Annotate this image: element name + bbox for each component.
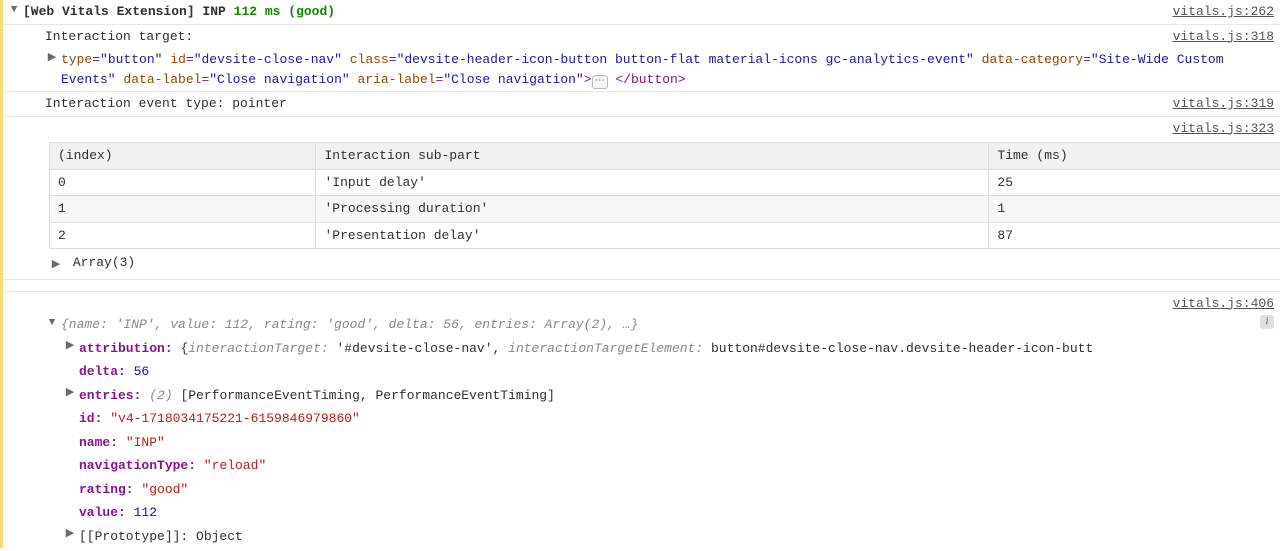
chevron-right-icon[interactable]: ▶ (63, 387, 77, 401)
chevron-down-icon[interactable]: ▼ (45, 316, 59, 330)
console-table: (index)Interaction sub-partTime (ms) 0'I… (49, 142, 1280, 249)
chevron-right-icon[interactable]: ▶ (63, 340, 77, 354)
chevron-right-icon[interactable]: ▶ (63, 528, 77, 542)
interaction-target-label: Interaction target: (45, 29, 193, 44)
table-header: Time (ms) (989, 143, 1280, 170)
object-summary: {name: 'INP', value: 112, rating: 'good'… (61, 315, 1256, 335)
table-header: Interaction sub-part (316, 143, 989, 170)
log-header-row[interactable]: ▼ [Web Vitals Extension] INP 112 ms (goo… (3, 0, 1280, 25)
header-prefix: [Web Vitals Extension] INP (23, 4, 226, 19)
object-property: delta: 56 (3, 360, 1280, 384)
object-property: name: "INP" (3, 431, 1280, 455)
chevron-right-icon[interactable]: ▶ (49, 258, 63, 272)
table-header: (index) (50, 143, 316, 170)
object-property: navigationType: "reload" (3, 454, 1280, 478)
interaction-event-label: Interaction event type: pointer (45, 96, 287, 111)
object-property[interactable]: ▶attribution: {interactionTarget: '#devs… (3, 337, 1280, 361)
console-table-block: vitals.js:323 (index)Interaction sub-par… (3, 117, 1280, 280)
object-property: value: 112 (3, 501, 1280, 525)
header-rating: (good) (288, 4, 335, 19)
header-value: 112 ms (234, 4, 281, 19)
table-array-summary[interactable]: ▶ Array(3) (3, 251, 1280, 273)
object-summary-row[interactable]: ▼ {name: 'INP', value: 112, rating: 'goo… (3, 313, 1280, 337)
object-property[interactable]: ▶entries: (2) [PerformanceEventTiming, P… (3, 384, 1280, 408)
logged-element[interactable]: type="button" id="devsite-close-nav" cla… (61, 50, 1274, 89)
table-row: 1'Processing duration'1 (50, 196, 1280, 223)
source-link[interactable]: vitals.js:406 (1173, 294, 1274, 314)
ellipsis-icon[interactable]: ⋯ (592, 75, 608, 89)
object-property: id: "v4-1718034175221-6159846979860" (3, 407, 1280, 431)
chevron-down-icon[interactable]: ▼ (7, 3, 21, 17)
object-property[interactable]: ▶[[Prototype]]: Object (3, 525, 1280, 549)
chevron-right-icon[interactable]: ▶ (45, 51, 59, 65)
object-property: rating: "good" (3, 478, 1280, 502)
source-link[interactable]: vitals.js:262 (1163, 2, 1274, 22)
interaction-target-element[interactable]: ▶ type="button" id="devsite-close-nav" c… (3, 48, 1280, 92)
table-row: 0'Input delay'25 (50, 169, 1280, 196)
source-link[interactable]: vitals.js:323 (1173, 119, 1274, 139)
table-row: 2'Presentation delay'87 (50, 222, 1280, 249)
info-icon[interactable]: i (1260, 315, 1274, 329)
source-link[interactable]: vitals.js:319 (1163, 94, 1274, 114)
interaction-target-row: Interaction target: vitals.js:318 (3, 25, 1280, 49)
source-link[interactable]: vitals.js:318 (1163, 27, 1274, 47)
interaction-event-row: Interaction event type: pointer vitals.j… (3, 92, 1280, 117)
